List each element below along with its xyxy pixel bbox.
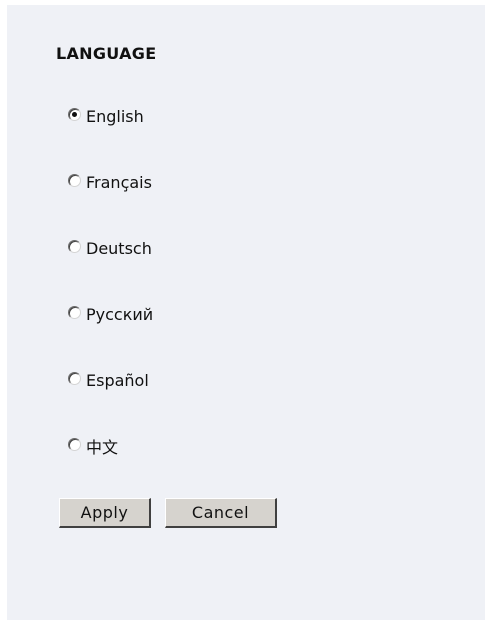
language-label-deutsch: Deutsch: [86, 238, 152, 258]
language-label-espanol: Español: [86, 370, 149, 390]
language-label-francais: Français: [86, 172, 152, 192]
language-option-russian[interactable]: Русский: [68, 303, 153, 325]
language-option-chinese[interactable]: 中文: [68, 435, 118, 457]
section-title: LANGUAGE: [56, 44, 157, 63]
apply-button[interactable]: Apply: [59, 498, 151, 528]
language-option-francais[interactable]: Français: [68, 171, 152, 193]
language-label-russian: Русский: [86, 304, 154, 324]
language-label-chinese: 中文: [86, 438, 119, 457]
radio-russian[interactable]: [68, 306, 81, 319]
cancel-button[interactable]: Cancel: [165, 498, 277, 528]
language-option-deutsch[interactable]: Deutsch: [68, 237, 152, 259]
language-option-english[interactable]: English: [68, 105, 144, 127]
radio-deutsch[interactable]: [68, 240, 81, 253]
language-label-english: English: [86, 106, 144, 126]
radio-espanol[interactable]: [68, 372, 81, 385]
radio-francais[interactable]: [68, 174, 81, 187]
language-option-espanol[interactable]: Español: [68, 369, 149, 391]
radio-chinese[interactable]: [68, 438, 81, 451]
radio-english[interactable]: [68, 108, 81, 121]
